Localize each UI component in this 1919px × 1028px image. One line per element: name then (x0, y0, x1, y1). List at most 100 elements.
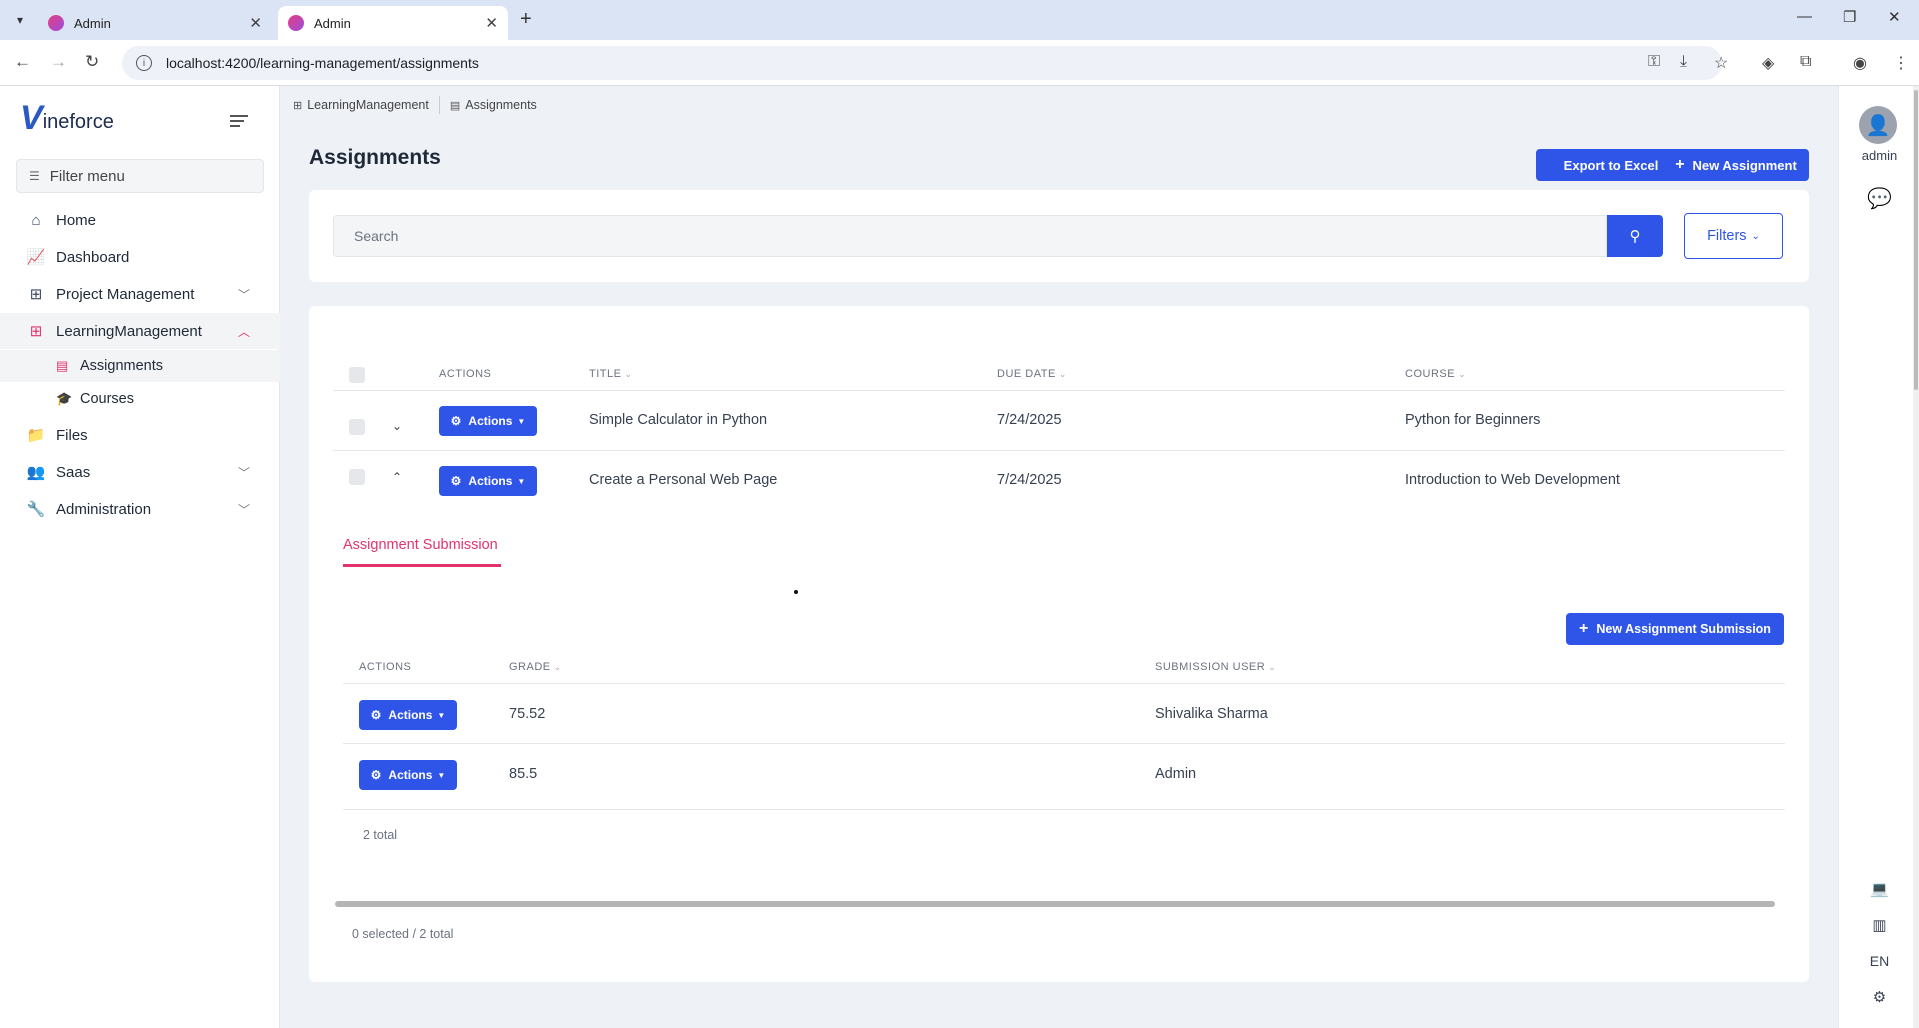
sidebar-item-learning-management[interactable]: ⊞ LearningManagement ︿ (0, 313, 280, 349)
right-sidebar: 👤 admin 💬 💻 ▥ EN ⚙ (1838, 86, 1919, 1028)
browser-tab[interactable]: Admin ✕ (38, 6, 272, 40)
url-field[interactable]: i localhost:4200/learning-management/ass… (122, 46, 1722, 80)
sidebar-item-home[interactable]: ⌂ Home (0, 202, 280, 238)
bookmark-star-icon[interactable]: ☆ (1714, 53, 1728, 73)
chevron-down-icon: ⌄ (1751, 230, 1760, 242)
minimize-icon[interactable]: — (1797, 8, 1812, 25)
browser-tab-title: Admin (314, 15, 351, 31)
logo[interactable]: V ineforce (20, 101, 114, 135)
filter-menu-input[interactable]: ☰ Filter menu (16, 159, 264, 193)
vertical-scrollbar[interactable] (1913, 86, 1919, 1028)
row-checkbox[interactable] (349, 469, 365, 485)
chat-icon[interactable]: 💬 (1839, 186, 1919, 211)
file-icon: ▤ (56, 358, 69, 373)
main-content: ⊞ LearningManagement ▤ Assignments Assig… (281, 86, 1838, 1028)
sidebar: V ineforce ☰ Filter menu ⌂ Home 📈 Dashbo… (0, 86, 280, 1028)
column-header-grade[interactable]: GRADE ⌄ (509, 661, 562, 673)
column-header-submission-user[interactable]: SUBMISSION USER ⌄ (1155, 661, 1276, 673)
new-submission-button[interactable]: + New Assignment Submission (1566, 613, 1784, 645)
extension-icon[interactable]: ◈ (1762, 53, 1774, 73)
column-header-title[interactable]: TITLE ⌄ (589, 368, 633, 380)
browser-tab-title: Admin (74, 15, 111, 31)
column-header-actions: ACTIONS (359, 661, 412, 673)
reload-icon[interactable]: ↻ (85, 52, 99, 72)
gear-icon: ⚙ (370, 708, 382, 722)
avatar[interactable]: 👤 (1859, 106, 1897, 144)
cell-due-date: 7/24/2025 (997, 472, 1062, 488)
folder-icon: 📁 (26, 427, 46, 444)
favicon-icon (288, 15, 304, 31)
gear-icon: ⚙ (450, 414, 462, 428)
more-menu-icon[interactable]: ⋮ (1893, 53, 1909, 73)
breadcrumb-item[interactable]: LearningManagement (307, 98, 429, 112)
submission-actions-button[interactable]: ⚙ Actions ▼ (359, 760, 457, 790)
browser-tab-active[interactable]: Admin ✕ (278, 6, 508, 40)
sidebar-item-courses[interactable]: 🎓 Courses (0, 383, 280, 415)
tab-search-icon[interactable]: ▾ (8, 8, 32, 32)
gear-icon[interactable]: ⚙ (1839, 988, 1919, 1006)
close-tab-icon[interactable]: ✕ (485, 14, 498, 32)
cell-title: Simple Calculator in Python (589, 412, 768, 428)
install-icon[interactable]: ⤓ (1680, 53, 1687, 71)
search-input[interactable]: Search (333, 215, 1607, 257)
submission-actions-button[interactable]: ⚙ Actions ▼ (359, 700, 457, 730)
close-tab-icon[interactable]: ✕ (249, 14, 262, 32)
sidebar-item-administration[interactable]: 🔧 Administration ﹀ (0, 491, 280, 527)
puzzle-icon[interactable]: ⧉ (1800, 53, 1811, 71)
tab-assignment-submission[interactable]: Assignment Submission (343, 537, 498, 553)
sidebar-item-files[interactable]: 📁 Files (0, 417, 280, 453)
wrench-icon: 🔧 (26, 501, 46, 518)
sidebar-item-project-management[interactable]: ⊞ Project Management ﹀ (0, 276, 280, 312)
site-info-icon[interactable]: i (136, 55, 152, 71)
new-tab-icon[interactable]: + (520, 8, 532, 31)
address-bar: ← → ↻ i localhost:4200/learning-manageme… (0, 40, 1919, 86)
plus-icon: + (1579, 620, 1589, 637)
breadcrumb-item[interactable]: Assignments (465, 98, 537, 112)
profile-icon[interactable]: ◉ (1853, 53, 1867, 73)
sidebar-item-saas[interactable]: 👥 Saas ﹀ (0, 454, 280, 490)
favicon-icon (48, 15, 64, 31)
cell-course: Python for Beginners (1405, 412, 1541, 428)
chevron-down-icon: ﹀ (237, 287, 250, 302)
file-icon: ▤ (449, 99, 461, 112)
new-assignment-button[interactable]: + New Assignment (1663, 149, 1809, 181)
home-icon: ⌂ (31, 211, 41, 229)
sort-icon: ⌄ (553, 662, 562, 672)
select-all-checkbox[interactable] (349, 367, 365, 383)
key-icon[interactable]: ⚿ (1648, 53, 1660, 71)
sort-icon: ⌄ (1458, 369, 1467, 379)
table-card: ACTIONS TITLE ⌄ DUE DATE ⌄ COURSE ⌄ ⌄ ⚙ Acti… (309, 306, 1809, 982)
breadcrumb: ⊞ LearningManagement ▤ Assignments (293, 96, 537, 114)
column-header-due-date[interactable]: DUE DATE ⌄ (997, 368, 1067, 380)
horizontal-scrollbar[interactable] (335, 901, 1775, 907)
restore-icon[interactable]: ❐ (1843, 8, 1856, 26)
language-selector[interactable]: EN (1839, 953, 1919, 969)
row-actions-button[interactable]: ⚙ Actions ▼ (439, 406, 537, 436)
row-checkbox[interactable] (349, 419, 365, 435)
expand-chevron-down-icon[interactable]: ⌄ (392, 419, 402, 433)
filters-button[interactable]: Filters ⌄ (1684, 213, 1783, 259)
username[interactable]: admin (1839, 148, 1919, 163)
caret-down-icon: ▼ (437, 710, 446, 720)
cell-grade: 75.52 (509, 706, 546, 722)
collapse-chevron-up-icon[interactable]: ⌃ (392, 470, 402, 484)
row-actions-button[interactable]: ⚙ Actions ▼ (439, 466, 537, 496)
menu-toggle-icon[interactable] (230, 112, 248, 130)
chevron-down-icon: ﹀ (237, 502, 250, 517)
search-icon: ⚲ (1629, 228, 1641, 245)
column-header-course[interactable]: COURSE ⌄ (1405, 368, 1466, 380)
cell-submission-user: Admin (1155, 766, 1197, 782)
cell-title: Create a Personal Web Page (589, 472, 778, 488)
sidebar-item-dashboard[interactable]: 📈 Dashboard (0, 239, 280, 275)
laptop-icon[interactable]: 💻 (1839, 880, 1919, 898)
users-icon: 👥 (26, 464, 46, 481)
sort-icon: ⌄ (1058, 369, 1067, 379)
close-window-icon[interactable]: ✕ (1888, 8, 1901, 26)
filter-icon: ☰ (29, 169, 40, 183)
sidebar-item-assignments[interactable]: ▤ Assignments (0, 350, 280, 382)
columns-icon[interactable]: ▥ (1839, 916, 1919, 934)
back-icon[interactable]: ← (14, 52, 31, 72)
search-button[interactable]: ⚲ (1607, 215, 1663, 257)
gear-icon: ⚙ (370, 768, 382, 782)
forward-icon[interactable]: → (50, 52, 67, 72)
